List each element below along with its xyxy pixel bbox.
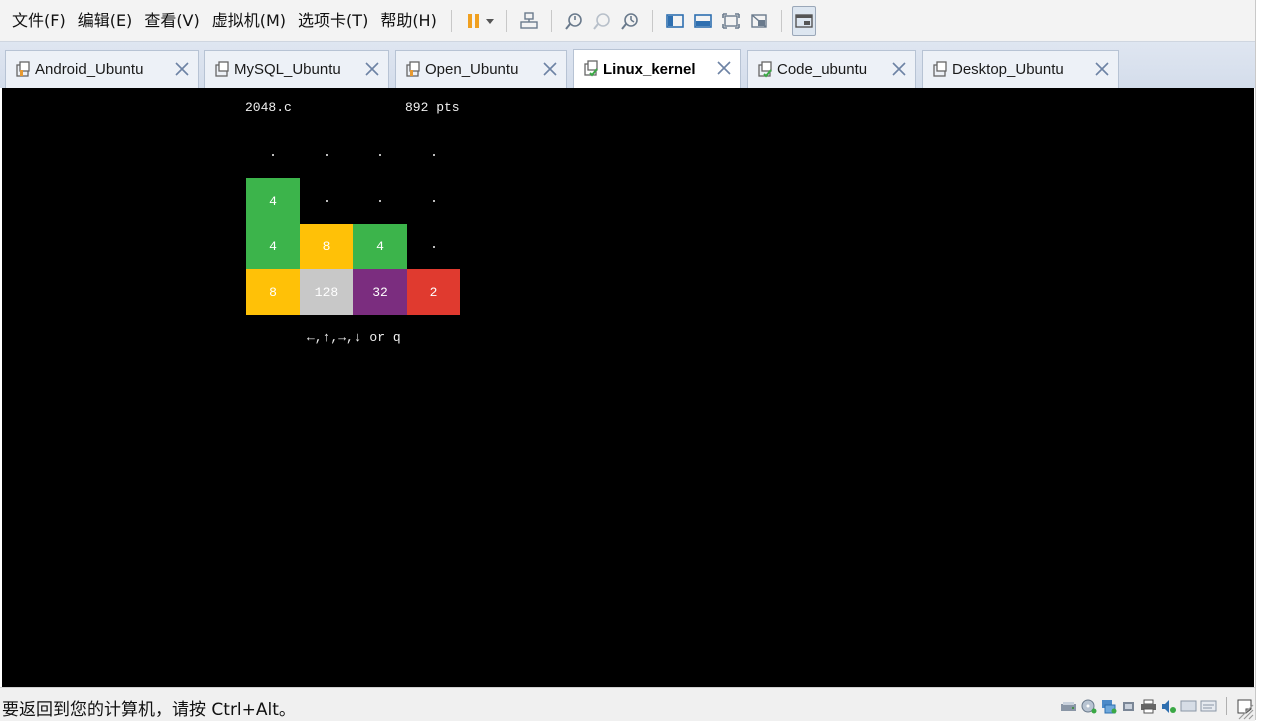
vm-icon	[933, 60, 947, 77]
empty-cell	[379, 200, 381, 202]
tab-label: MySQL_Ubuntu	[234, 61, 341, 78]
tab-label: Linux_kernel	[603, 60, 696, 78]
close-icon[interactable]	[174, 61, 190, 77]
window-right-edge	[1255, 0, 1280, 720]
thumbnail-bar-icon[interactable]	[691, 9, 715, 33]
tile: 4	[353, 224, 407, 269]
empty-cell	[433, 200, 435, 202]
snapshot-revert-icon[interactable]	[590, 9, 614, 33]
usb-icon[interactable]	[1120, 699, 1137, 714]
game-hint: ←,↑,→,↓ or q	[307, 330, 401, 345]
close-icon[interactable]	[716, 60, 732, 76]
vm-icon	[406, 60, 420, 77]
close-icon[interactable]	[1094, 61, 1110, 77]
tile: 4	[246, 224, 300, 269]
menu-edit[interactable]: 编辑(E)	[72, 6, 139, 36]
menu-vm[interactable]: 虚拟机(M)	[206, 6, 292, 36]
game-score: 892 pts	[405, 100, 460, 115]
tab-linux-kernel[interactable]: Linux_kernel	[573, 49, 741, 88]
empty-cell	[326, 154, 328, 156]
snapshot-take-icon[interactable]	[562, 9, 586, 33]
unity-icon[interactable]	[747, 9, 771, 33]
message-icon[interactable]	[1200, 699, 1217, 714]
pause-icon[interactable]	[462, 9, 486, 33]
tab-open-ubuntu[interactable]: Open_Ubuntu	[395, 50, 567, 88]
vm-icon	[584, 60, 598, 77]
toolbar-separator	[505, 9, 507, 32]
printer-icon[interactable]	[1140, 699, 1157, 714]
status-bar: 要返回到您的计算机，请按 Ctrl+Alt。	[0, 687, 1255, 721]
console-view-icon[interactable]	[791, 5, 816, 36]
tab-label: Code_ubuntu	[777, 61, 868, 78]
vm-icon	[16, 60, 30, 77]
vm-icon	[215, 60, 229, 77]
show-library-icon[interactable]	[663, 9, 687, 33]
tile: 4	[246, 178, 300, 224]
hard-disk-icon[interactable]	[1060, 699, 1077, 714]
empty-cell	[379, 154, 381, 156]
send-keys-icon[interactable]	[517, 9, 541, 33]
menu-view[interactable]: 查看(V)	[138, 6, 205, 36]
close-icon[interactable]	[891, 61, 907, 77]
tile: 2	[407, 269, 460, 315]
empty-cell	[326, 200, 328, 202]
fullscreen-icon[interactable]	[719, 9, 743, 33]
close-icon[interactable]	[364, 61, 380, 77]
tab-code-ubuntu[interactable]: Code_ubuntu	[747, 50, 916, 88]
empty-cell	[272, 154, 274, 156]
tab-label: Open_Ubuntu	[425, 61, 519, 78]
tile: 8	[246, 269, 300, 315]
snapshot-manager-icon[interactable]	[618, 9, 642, 33]
sound-icon[interactable]	[1160, 699, 1177, 714]
tray-separator	[1226, 697, 1227, 715]
network-icon[interactable]	[1100, 699, 1117, 714]
game-title: 2048.c	[245, 100, 292, 115]
empty-cell	[433, 154, 435, 156]
toolbar-separator	[651, 9, 653, 32]
vm-icon	[758, 60, 772, 77]
tile: 32	[353, 269, 407, 315]
empty-cell	[433, 246, 435, 248]
vm-console[interactable]: 2048.c 892 pts 4 4 8 4 8 128 32 2 ←,↑,→,↓ or q	[2, 88, 1254, 687]
menu-file[interactable]: 文件(F)	[6, 6, 72, 36]
tab-android-ubuntu[interactable]: Android_Ubuntu	[5, 50, 199, 88]
tab-label: Android_Ubuntu	[35, 61, 144, 78]
tile: 8	[300, 224, 353, 269]
toolbar-separator	[550, 9, 552, 32]
menu-bar: 文件(F) 编辑(E) 查看(V) 虚拟机(M) 选项卡(T) 帮助(H)	[0, 0, 1255, 42]
tab-desktop-ubuntu[interactable]: Desktop_Ubuntu	[922, 50, 1119, 88]
close-icon[interactable]	[542, 61, 558, 77]
menu-help[interactable]: 帮助(H)	[374, 6, 443, 36]
tab-mysql-ubuntu[interactable]: MySQL_Ubuntu	[204, 50, 389, 88]
cd-dvd-icon[interactable]	[1080, 699, 1097, 714]
tab-label: Desktop_Ubuntu	[952, 61, 1064, 78]
tile: 128	[300, 269, 353, 315]
device-tray	[1060, 697, 1253, 715]
vm-tab-strip: Android_Ubuntu MySQL_Ubuntu Open_Ubuntu …	[0, 42, 1255, 88]
resize-grip-icon[interactable]	[1236, 702, 1254, 720]
status-message: 要返回到您的计算机，请按 Ctrl+Alt。	[2, 700, 296, 720]
toolbar-separator	[450, 9, 452, 32]
display-icon[interactable]	[1180, 699, 1197, 714]
toolbar-separator	[780, 9, 782, 32]
dropdown-arrow-icon[interactable]	[484, 9, 496, 33]
menu-tabs[interactable]: 选项卡(T)	[292, 6, 374, 36]
